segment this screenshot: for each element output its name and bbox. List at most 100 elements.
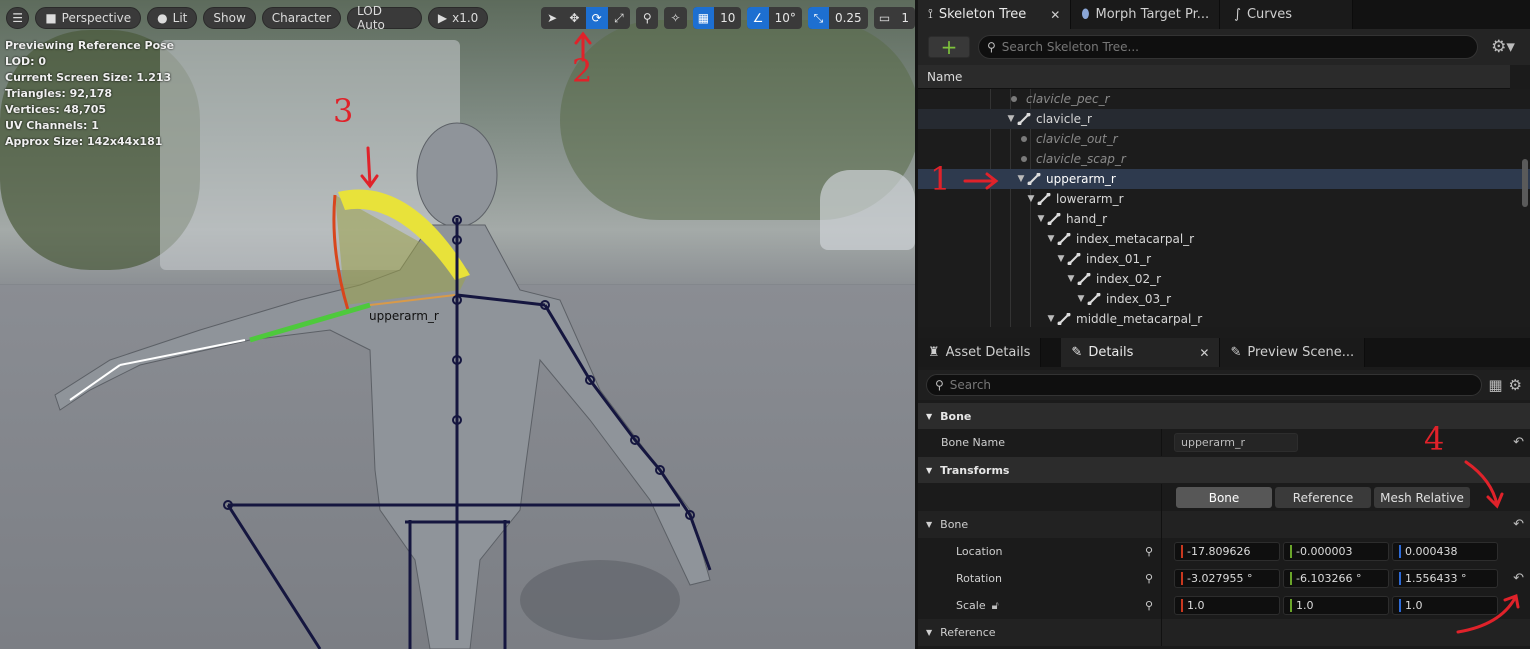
search-placeholder: Search: [949, 378, 992, 392]
skeleton-tree[interactable]: clavicle_pec_r ▼ clavicle_r clavicle_out_r c…: [918, 89, 1530, 327]
scale-icon: ⤢: [614, 10, 624, 25]
tree-item[interactable]: clavicle_pec_r: [918, 89, 1530, 109]
reset-icon[interactable]: ↶: [1513, 517, 1524, 532]
transform-space-icon[interactable]: ⚲: [1145, 599, 1153, 612]
lod-label: LOD Auto: [357, 4, 385, 32]
tree-item[interactable]: ▼ index_metacarpal_r: [918, 229, 1530, 249]
playback-speed-button[interactable]: ▶ x1.0: [427, 7, 489, 29]
transform-space-icon[interactable]: ⚲: [1145, 572, 1153, 585]
rotate-tool-button[interactable]: ⟳: [585, 7, 608, 29]
mode-mesh-relative-button[interactable]: Mesh Relative: [1374, 487, 1470, 508]
tree-item[interactable]: ▼ clavicle_r: [918, 109, 1530, 129]
settings-button[interactable]: ⚙▾: [1486, 37, 1520, 57]
scale-label: Scale: [956, 598, 986, 612]
coord-space-button[interactable]: ⚲: [636, 7, 659, 29]
menu-button[interactable]: ☰: [6, 7, 30, 29]
rotation-x-field[interactable]: -3.027955 °: [1174, 569, 1280, 588]
tab-details[interactable]: ✎ Details ✕: [1061, 338, 1221, 367]
expand-arrow-icon[interactable]: ▼: [1066, 274, 1076, 284]
expand-arrow-icon[interactable]: ▼: [1056, 254, 1066, 264]
camera-speed-group[interactable]: ▭ 1: [873, 7, 915, 29]
search-icon: ⚲: [987, 40, 996, 54]
close-icon[interactable]: ✕: [1199, 346, 1209, 360]
reference-label: Reference: [940, 626, 996, 639]
location-x-value: -17.809626: [1187, 545, 1251, 558]
lod-button[interactable]: LOD Auto: [347, 4, 422, 32]
mode-bone-button[interactable]: Bone: [1176, 487, 1272, 508]
scale-tool-button[interactable]: ⤢: [608, 7, 630, 29]
tree-item[interactable]: ▼ hand_r: [918, 209, 1530, 229]
rotation-x-value: -3.027955 °: [1187, 572, 1253, 585]
mode-reference-button[interactable]: Reference: [1275, 487, 1371, 508]
surface-snap-button[interactable]: ✧: [664, 7, 687, 29]
bone-subsection-row[interactable]: ▼ Bone ↶: [918, 511, 1530, 538]
rotation-z-value: 1.556433 °: [1405, 572, 1467, 585]
stat-line: UV Channels: 1: [5, 119, 99, 132]
character-button[interactable]: Character: [261, 7, 342, 29]
tree-item[interactable]: clavicle_out_r: [918, 129, 1530, 149]
close-icon[interactable]: ✕: [1050, 8, 1060, 22]
details-search-input[interactable]: ⚲ Search: [926, 374, 1483, 396]
tree-header[interactable]: Name: [918, 65, 1510, 89]
rotation-y-field[interactable]: -6.103266 °: [1283, 569, 1389, 588]
scale-snap-group[interactable]: ⤡ 0.25: [807, 7, 868, 29]
expand-arrow-icon[interactable]: ▼: [1026, 194, 1036, 204]
pencil-icon: ✎: [1071, 345, 1083, 360]
stat-line: Triangles: 92,178: [5, 87, 113, 100]
expand-arrow-icon[interactable]: ▼: [1046, 234, 1056, 244]
show-button[interactable]: Show: [203, 7, 256, 29]
tab-skeleton-tree[interactable]: ⟟ Skeleton Tree ✕: [918, 0, 1072, 29]
select-tool-button[interactable]: ➤: [541, 7, 563, 29]
reset-icon[interactable]: ↶: [1513, 435, 1524, 450]
grid-snap-group[interactable]: ▦ 10: [692, 7, 742, 29]
rotation-z-field[interactable]: 1.556433 °: [1392, 569, 1498, 588]
transform-space-icon[interactable]: ⚲: [1145, 545, 1153, 558]
tree-item[interactable]: ▼ index_03_r: [918, 289, 1530, 309]
angle-snap-group[interactable]: ∠ 10°: [747, 7, 802, 29]
expand-arrow-icon[interactable]: ▼: [1046, 314, 1056, 324]
local-space-icon: ⚲: [642, 11, 652, 25]
top-tab-bar: ⟟ Skeleton Tree ✕ ⬮ Morph Target Pr... ∫…: [918, 0, 1530, 29]
table-view-icon[interactable]: ▦: [1488, 376, 1502, 394]
lit-button[interactable]: ● Lit: [147, 7, 198, 29]
scale-y-field[interactable]: 1.0: [1283, 596, 1389, 615]
add-button[interactable]: +: [928, 36, 970, 58]
annotation-1: 1: [930, 160, 951, 198]
scale-x-field[interactable]: 1.0: [1174, 596, 1280, 615]
viewport[interactable]: 3 2 upperarm_r ☰ ■ Perspective ● Lit Show …: [0, 0, 915, 649]
expand-arrow-icon[interactable]: ▼: [1076, 294, 1086, 304]
tree-item-label: upperarm_r: [1046, 172, 1116, 186]
translate-tool-button[interactable]: ✥: [563, 7, 585, 29]
tab-preview-scene[interactable]: ✎ Preview Scene...: [1220, 338, 1366, 367]
expand-arrow-icon[interactable]: ▼: [1016, 174, 1026, 184]
skeleton-search-input[interactable]: ⚲ Search Skeleton Tree...: [978, 35, 1478, 59]
tree-item[interactable]: clavicle_scap_r: [918, 149, 1530, 169]
location-row: Location ⚲ -17.809626 -0.000003 0.000438: [918, 538, 1530, 565]
tab-morph-target[interactable]: ⬮ Morph Target Pr...: [1071, 0, 1221, 29]
lock-icon[interactable]: 🔓︎: [992, 599, 999, 612]
location-y-field[interactable]: -0.000003: [1283, 542, 1389, 561]
location-x-field[interactable]: -17.809626: [1174, 542, 1280, 561]
reference-subsection-row[interactable]: ▼ Reference: [918, 619, 1530, 646]
tree-item[interactable]: ▼ index_01_r: [918, 249, 1530, 269]
stat-line: Vertices: 48,705: [5, 103, 107, 116]
tab-curves[interactable]: ∫ Curves: [1220, 0, 1354, 29]
gear-icon[interactable]: ⚙: [1509, 376, 1522, 394]
tree-item[interactable]: ▼ upperarm_r: [918, 169, 1530, 189]
expand-arrow-icon[interactable]: ▼: [1006, 114, 1016, 124]
tree-item[interactable]: ▼ middle_metacarpal_r: [918, 309, 1530, 327]
location-z-field[interactable]: 0.000438: [1392, 542, 1498, 561]
tab-label: Preview Scene...: [1247, 345, 1355, 360]
reset-icon[interactable]: ↶: [1513, 571, 1524, 586]
section-transforms[interactable]: ▼ Transforms: [918, 457, 1530, 483]
collapse-arrow-icon: ▼: [926, 628, 933, 637]
tree-item[interactable]: ▼ index_02_r: [918, 269, 1530, 289]
tab-asset-details[interactable]: ♜ Asset Details: [918, 338, 1042, 367]
search-icon: ⚲: [935, 378, 944, 392]
rotation-row: Rotation ⚲ -3.027955 ° -6.103266 ° 1.556…: [918, 565, 1530, 592]
scale-z-field[interactable]: 1.0: [1392, 596, 1498, 615]
perspective-button[interactable]: ■ Perspective: [35, 7, 142, 29]
expand-arrow-icon[interactable]: ▼: [1036, 214, 1046, 224]
tree-item[interactable]: ▼ lowerarm_r: [918, 189, 1530, 209]
tree-scrollbar[interactable]: [1522, 159, 1528, 207]
